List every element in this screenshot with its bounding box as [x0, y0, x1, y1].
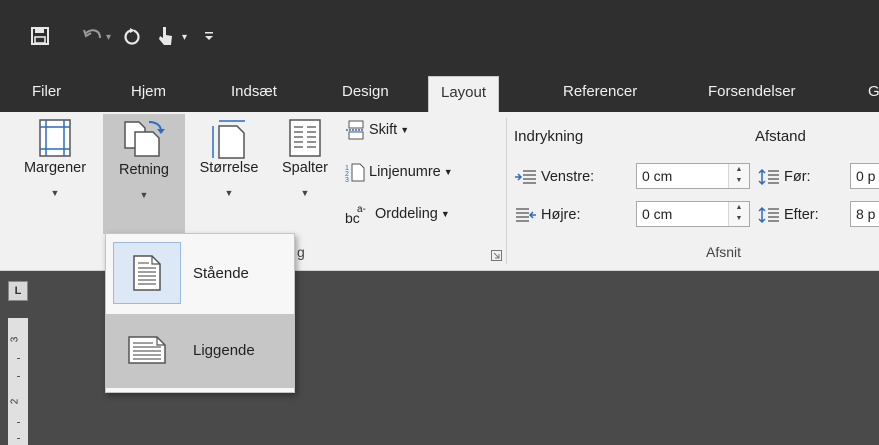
touch-mode-icon[interactable]	[155, 24, 175, 48]
line-numbers-label: Linjenumre	[369, 164, 441, 180]
svg-text:a-: a-	[357, 204, 366, 215]
spacing-before-label-row: Før:	[758, 164, 811, 190]
indent-left-label: Venstre:	[541, 169, 595, 185]
line-numbers-button[interactable]: 123 Linjenumre ▼	[345, 160, 453, 184]
margins-icon	[38, 118, 72, 162]
orientation-option-landscape[interactable]: Liggende	[106, 314, 294, 388]
breaks-label: Skift	[369, 122, 398, 138]
orientation-option-label: Stående	[193, 265, 249, 282]
paragraph-group-label: Afsnit	[706, 244, 742, 260]
columns-icon	[288, 118, 322, 162]
indent-right-spinner[interactable]: ▲ ▼	[728, 202, 749, 226]
page-size-icon	[209, 118, 249, 164]
customize-qat-icon[interactable]	[204, 30, 214, 42]
hyphenation-button[interactable]: bc a- Orddeling ▼	[345, 202, 450, 226]
chevron-down-icon: ▼	[139, 190, 149, 200]
tab-forsendelser[interactable]: Forsendelser	[708, 74, 796, 112]
indent-left-label-row: Venstre:	[515, 164, 594, 190]
ruler-tick	[17, 438, 20, 439]
columns-button[interactable]: Spalter ▼	[272, 112, 338, 234]
spacing-after-input[interactable]: 8 p	[850, 201, 879, 227]
margins-button[interactable]: Margener ▼	[8, 112, 102, 234]
portrait-page-icon	[113, 242, 181, 304]
chevron-down-icon: ▼	[300, 188, 310, 198]
size-button[interactable]: Størrelse ▼	[186, 112, 272, 234]
landscape-page-icon	[113, 319, 181, 381]
indent-header: Indrykning	[514, 128, 584, 145]
ruler-mark: 3	[9, 336, 21, 343]
chevron-down-icon: ▼	[443, 167, 453, 177]
indent-right-label-row: Højre:	[515, 202, 580, 228]
vertical-ruler[interactable]: 3 2	[8, 318, 28, 445]
spacing-before-icon	[758, 168, 780, 186]
tab-filer[interactable]: Filer	[32, 74, 61, 112]
indent-right-input[interactable]: 0 cm ▲ ▼	[636, 201, 750, 227]
orientation-menu: Stående Liggende	[105, 233, 295, 393]
chevron-down-icon: ▼	[50, 188, 60, 198]
spacing-after-icon	[758, 206, 780, 224]
touch-dropdown-icon[interactable]: ▾	[182, 32, 187, 43]
ruler-tick	[17, 376, 20, 377]
ruler-tick	[17, 422, 20, 423]
hyphenation-label: Orddeling	[375, 206, 438, 222]
tab-selector[interactable]: L	[8, 281, 28, 301]
indent-left-icon	[515, 169, 537, 185]
size-label: Størrelse	[199, 160, 259, 176]
dialog-launcher-icon[interactable]	[491, 248, 502, 266]
indent-right-icon	[515, 207, 537, 223]
chevron-down-icon: ▼	[400, 125, 410, 135]
indent-left-input[interactable]: 0 cm ▲ ▼	[636, 163, 750, 189]
ruler-mark: 2	[9, 398, 21, 405]
spacing-header: Afstand	[755, 128, 806, 145]
indent-left-spinner[interactable]: ▲ ▼	[728, 164, 749, 188]
margins-label: Margener	[23, 160, 87, 176]
orientation-button[interactable]: Retning ▼	[103, 114, 185, 234]
indent-right-label: Højre:	[541, 207, 581, 223]
orientation-option-label: Liggende	[193, 342, 255, 359]
indent-right-value: 0 cm	[642, 206, 673, 222]
orientation-label: Retning	[119, 162, 169, 178]
orientation-icon	[121, 118, 167, 164]
breaks-icon	[345, 120, 365, 140]
spacing-after-value: 8 p	[856, 206, 876, 222]
undo-icon[interactable]	[82, 26, 104, 46]
orientation-option-portrait[interactable]: Stående	[106, 237, 294, 311]
line-numbers-icon: 123	[345, 162, 365, 182]
columns-label: Spalter	[282, 160, 328, 176]
spacing-before-label: Før:	[784, 169, 811, 185]
title-bar: ▾ ▾	[0, 0, 879, 74]
save-icon[interactable]	[30, 26, 50, 46]
chevron-down-icon: ▼	[224, 188, 234, 198]
hyphenation-icon: bc a-	[345, 203, 371, 225]
group-separator	[506, 118, 507, 264]
tab-design[interactable]: Design	[342, 74, 389, 112]
breaks-button[interactable]: Skift ▼	[345, 118, 409, 142]
tab-indsaet[interactable]: Indsæt	[231, 74, 277, 112]
indent-left-value: 0 cm	[642, 168, 673, 184]
ruler-tick	[17, 358, 20, 359]
ribbon-tabs: Filer Hjem Indsæt Design Layout Referenc…	[0, 74, 879, 113]
spacing-before-value: 0 p	[856, 168, 876, 184]
tab-hjem[interactable]: Hjem	[131, 74, 166, 112]
page-setup-group-label: g	[297, 244, 305, 260]
spacing-after-label: Efter:	[784, 207, 819, 223]
svg-text:3: 3	[345, 177, 349, 182]
tab-referencer[interactable]: Referencer	[563, 74, 637, 112]
tab-overflow[interactable]: G	[868, 74, 879, 112]
redo-icon[interactable]	[122, 26, 142, 46]
tab-layout[interactable]: Layout	[428, 76, 500, 113]
spacing-before-input[interactable]: 0 p	[850, 163, 879, 189]
chevron-down-icon: ▼	[440, 209, 450, 219]
undo-dropdown-icon[interactable]: ▾	[106, 32, 111, 43]
spacing-after-label-row: Efter:	[758, 202, 819, 228]
